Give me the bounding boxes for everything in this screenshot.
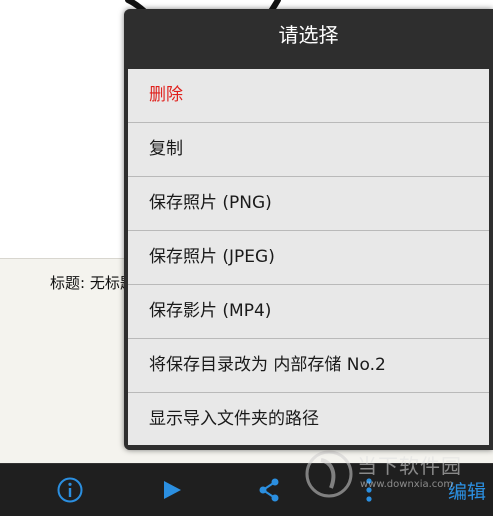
dialog-title: 请选择 [278,23,339,47]
menu-item-save-mp4[interactable]: 保存影片 (MP4) [128,285,489,339]
watermark-name: 当下软件园 [357,454,462,478]
menu-item-copy[interactable]: 复制 [128,123,489,177]
play-icon [164,481,181,499]
select-dialog: 请选择 删除 复制 保存照片 (PNG) 保存照片 (JPEG) 保存影片 (M… [124,9,493,450]
menu-item-save-jpeg[interactable]: 保存照片 (JPEG) [128,231,489,285]
share-icon [259,478,279,502]
info-icon [57,477,83,503]
dialog-menu-list: 删除 复制 保存照片 (PNG) 保存照片 (JPEG) 保存影片 (MP4) … [128,69,489,445]
share-button[interactable] [253,474,285,506]
play-button[interactable] [156,474,188,506]
info-button[interactable] [54,474,86,506]
menu-item-save-png[interactable]: 保存照片 (PNG) [128,177,489,231]
watermark-logo-icon [305,450,353,498]
menu-item-delete[interactable]: 删除 [128,69,489,123]
title-text: 标题: 无标题 [50,274,135,292]
watermark: 当下软件园 www.downxia.com [305,446,485,502]
menu-item-show-import-path[interactable]: 显示导入文件夹的路径 [128,393,489,445]
watermark-url: www.downxia.com [360,479,454,490]
menu-item-change-save-dir[interactable]: 将保存目录改为 内部存储 No.2 [128,339,489,393]
